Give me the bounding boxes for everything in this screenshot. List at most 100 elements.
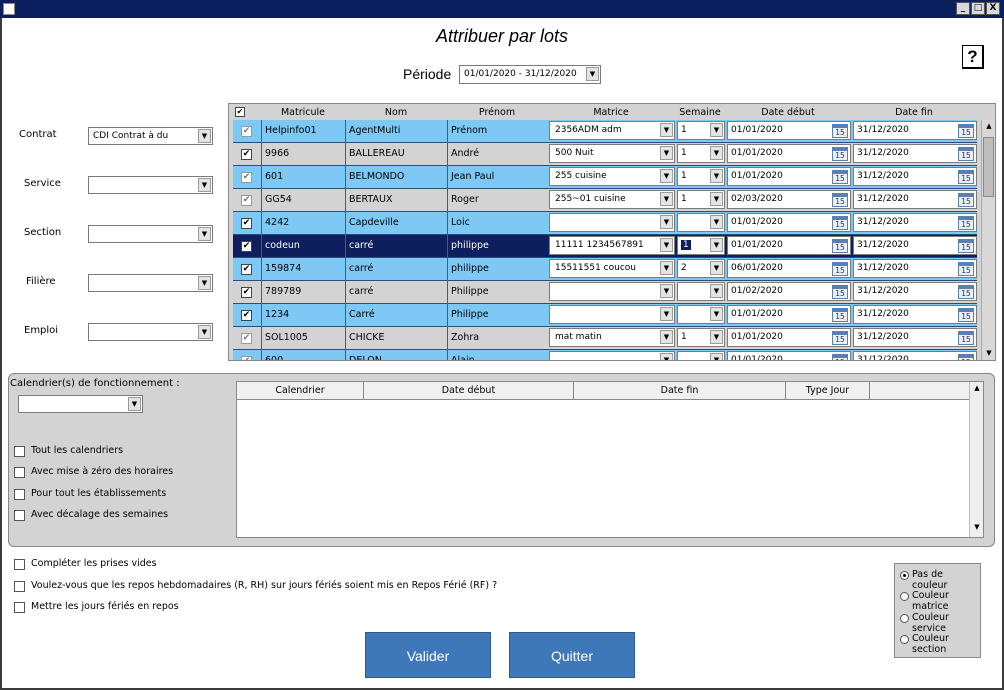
calendrier-option-checkbox[interactable] bbox=[14, 467, 25, 478]
matrice-select[interactable]: mat matin ▼ bbox=[549, 328, 675, 347]
date-debut-field[interactable]: 01/01/2020 15 bbox=[727, 144, 851, 163]
couleur-radio[interactable] bbox=[900, 635, 909, 644]
date-debut-field[interactable]: 01/01/2020 15 bbox=[727, 213, 851, 232]
scroll-up-icon[interactable]: ▲ bbox=[984, 122, 994, 130]
matrice-select[interactable]: 255~01 cuisine ▼ bbox=[549, 190, 675, 209]
date-debut-field[interactable]: 02/03/2020 15 bbox=[727, 190, 851, 209]
table-row[interactable]: ✔ 789789 carré Philippe ▼ ▼ 01/02/2020 15 31/12/… bbox=[233, 281, 977, 304]
table-row[interactable]: ✔ codeun carré philippe 11111 1234567891 ▼ 1 ▼ 0… bbox=[233, 235, 977, 258]
row-checkbox[interactable]: ✔ bbox=[241, 195, 252, 206]
matrice-select[interactable]: 500 Nuit ▼ bbox=[549, 144, 675, 163]
calendar-icon[interactable]: 15 bbox=[832, 124, 848, 138]
col-matrice[interactable]: Matrice bbox=[547, 106, 675, 120]
table-row[interactable]: ✔ 4242 Capdeville Loic ▼ ▼ 01/01/2020 15 31/12/2… bbox=[233, 212, 977, 235]
calendar-icon[interactable]: 15 bbox=[958, 147, 974, 161]
quitter-button[interactable]: Quitter bbox=[509, 632, 635, 678]
col-nom[interactable]: Nom bbox=[345, 106, 447, 120]
scroll-up-icon[interactable]: ▲ bbox=[972, 384, 982, 392]
periode-select[interactable]: 01/01/2020 - 31/12/2020 ▼ bbox=[459, 65, 601, 84]
table-row[interactable]: ✔ 600DELONAlain ▼ ▼ 01/01/2020 15 31/12/2020 15 bbox=[233, 350, 977, 360]
date-debut-field[interactable]: 01/01/2020 15 bbox=[727, 236, 851, 255]
matrice-select[interactable]: ▼ bbox=[549, 213, 675, 232]
calendar-icon[interactable]: 15 bbox=[832, 193, 848, 207]
select-all-checkbox[interactable]: ✔ bbox=[235, 107, 245, 117]
calendar-icon[interactable]: 15 bbox=[958, 170, 974, 184]
date-fin-field[interactable]: 31/12/2020 15 bbox=[853, 121, 977, 140]
col-matricule[interactable]: Matricule bbox=[261, 106, 345, 120]
date-fin-field[interactable]: 31/12/2020 15 bbox=[853, 351, 977, 360]
matrice-select[interactable]: 11111 1234567891 ▼ bbox=[549, 236, 675, 255]
semaine-select[interactable]: 1 ▼ bbox=[677, 167, 725, 186]
semaine-select[interactable]: ▼ bbox=[677, 351, 725, 360]
semaine-select[interactable]: 1 ▼ bbox=[677, 190, 725, 209]
calendar-icon[interactable]: 15 bbox=[832, 285, 848, 299]
date-fin-field[interactable]: 31/12/2020 15 bbox=[853, 259, 977, 278]
date-debut-field[interactable]: 01/01/2020 15 bbox=[727, 121, 851, 140]
date-debut-field[interactable]: 06/01/2020 15 bbox=[727, 259, 851, 278]
calendar-icon[interactable]: 15 bbox=[832, 308, 848, 322]
col-calendrier[interactable]: Calendrier bbox=[237, 382, 364, 400]
row-checkbox[interactable]: ✔ bbox=[241, 310, 252, 321]
row-checkbox[interactable]: ✔ bbox=[241, 264, 252, 275]
table-row[interactable]: ✔ 1234 Carré Philippe ▼ ▼ 01/01/2020 15 31/12/20… bbox=[233, 304, 977, 327]
calendar-icon[interactable]: 15 bbox=[958, 216, 974, 230]
date-fin-field[interactable]: 31/12/2020 15 bbox=[853, 282, 977, 301]
minimize-button[interactable]: _ bbox=[956, 2, 970, 15]
table-row[interactable]: ✔ 9966 BALLEREAU André 500 Nuit ▼ 1 ▼ 01/01/2020… bbox=[233, 143, 977, 166]
table-row[interactable]: ✔ 159874 carré philippe 15511551 coucou ▼ 2 ▼ 06… bbox=[233, 258, 977, 281]
date-fin-field[interactable]: 31/12/2020 15 bbox=[853, 305, 977, 324]
scroll-down-icon[interactable]: ▼ bbox=[972, 523, 982, 531]
col-date-fin[interactable]: Date fin bbox=[851, 106, 977, 120]
option-checkbox[interactable] bbox=[14, 581, 25, 592]
date-debut-field[interactable]: 01/01/2020 15 bbox=[727, 305, 851, 324]
matrice-select[interactable]: ▼ bbox=[549, 282, 675, 301]
calendar-icon[interactable]: 15 bbox=[832, 239, 848, 253]
calendar-icon[interactable]: 15 bbox=[958, 262, 974, 276]
calendar-icon[interactable]: 15 bbox=[832, 262, 848, 276]
row-checkbox[interactable]: ✔ bbox=[241, 333, 252, 344]
option-checkbox[interactable] bbox=[14, 602, 25, 613]
semaine-select[interactable]: 1 ▼ bbox=[677, 328, 725, 347]
calendar-icon[interactable]: 15 bbox=[958, 308, 974, 322]
col-cal-date-debut[interactable]: Date début bbox=[364, 382, 574, 400]
table-row[interactable]: ✔ 601 BELMONDO Jean Paul 255 cuisine ▼ 1 ▼ 01/01… bbox=[233, 166, 977, 189]
filter-select[interactable]: ▼ bbox=[88, 274, 213, 292]
valider-button[interactable]: Valider bbox=[365, 632, 491, 678]
table-row[interactable]: ✔ GG54 BERTAUX Roger 255~01 cuisine ▼ 1 ▼ 02/03/… bbox=[233, 189, 977, 212]
calendar-icon[interactable]: 15 bbox=[958, 193, 974, 207]
semaine-select[interactable]: 1 ▼ bbox=[677, 236, 725, 255]
semaine-select[interactable]: 1 ▼ bbox=[677, 144, 725, 163]
calendar-icon[interactable]: 15 bbox=[832, 331, 848, 345]
date-fin-field[interactable]: 31/12/2020 15 bbox=[853, 236, 977, 255]
row-checkbox[interactable]: ✔ bbox=[241, 126, 252, 137]
calendar-icon[interactable]: 15 bbox=[958, 354, 974, 360]
grid-scrollbar[interactable]: ▲ ▼ bbox=[981, 120, 995, 360]
table-row[interactable]: ✔ SOL1005 CHICKE Zohra mat matin ▼ 1 ▼ 01/01/202… bbox=[233, 327, 977, 350]
matrice-select[interactable]: 2356ADM adm ▼ bbox=[549, 121, 675, 140]
scroll-down-icon[interactable]: ▼ bbox=[984, 349, 994, 357]
calendar-icon[interactable]: 15 bbox=[958, 331, 974, 345]
filter-select[interactable]: CDI Contrat à du ▼ bbox=[88, 127, 213, 145]
table-scrollbar[interactable]: ▲ ▼ bbox=[969, 382, 983, 537]
semaine-select[interactable]: 2 ▼ bbox=[677, 259, 725, 278]
calendrier-select[interactable]: ▼ bbox=[18, 395, 143, 413]
row-checkbox[interactable]: ✔ bbox=[241, 218, 252, 229]
date-debut-field[interactable]: 01/01/2020 15 bbox=[727, 328, 851, 347]
table-row[interactable]: ✔ Helpinfo01 AgentMulti Prénom 2356ADM adm ▼ 1… bbox=[233, 120, 977, 143]
calendar-icon[interactable]: 15 bbox=[958, 239, 974, 253]
date-fin-field[interactable]: 31/12/2020 15 bbox=[853, 213, 977, 232]
date-fin-field[interactable]: 31/12/2020 15 bbox=[853, 167, 977, 186]
row-checkbox[interactable]: ✔ bbox=[241, 241, 252, 252]
row-checkbox[interactable]: ✔ bbox=[241, 149, 252, 160]
semaine-select[interactable]: ▼ bbox=[677, 213, 725, 232]
calendar-icon[interactable]: 15 bbox=[832, 170, 848, 184]
col-date-debut[interactable]: Date début bbox=[725, 106, 851, 120]
row-checkbox[interactable]: ✔ bbox=[241, 287, 252, 298]
matrice-select[interactable]: 15511551 coucou ▼ bbox=[549, 259, 675, 278]
scroll-thumb[interactable] bbox=[983, 137, 994, 197]
maximize-button[interactable]: □ bbox=[971, 2, 985, 15]
date-fin-field[interactable]: 31/12/2020 15 bbox=[853, 328, 977, 347]
date-fin-field[interactable]: 31/12/2020 15 bbox=[853, 190, 977, 209]
close-button[interactable]: X bbox=[986, 2, 1000, 15]
matrice-select[interactable]: ▼ bbox=[549, 351, 675, 360]
